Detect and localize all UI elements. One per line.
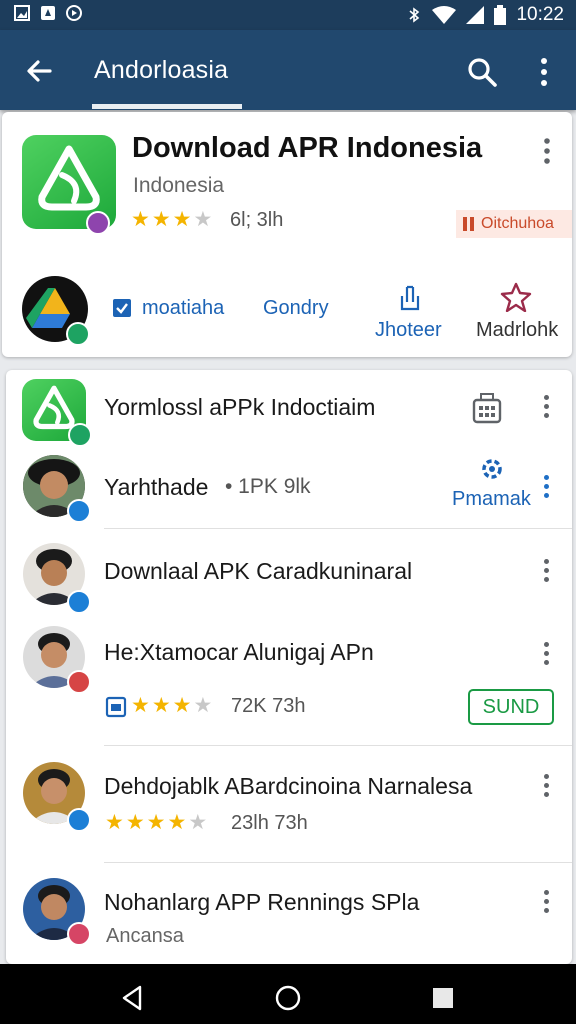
settings-icon[interactable] xyxy=(478,455,506,483)
promo-badge: Oitchuhoa xyxy=(456,210,572,238)
star-icon: ★ xyxy=(151,694,171,717)
list-item-title[interactable]: Dehdojablk ABardcinoina Narnalesa xyxy=(104,773,472,800)
list-item-action[interactable]: Pmamak xyxy=(452,488,531,511)
list-item-meta: • 1PK 9lk xyxy=(225,475,311,498)
badge-icon xyxy=(463,217,474,231)
checkbox-icon[interactable] xyxy=(112,298,132,318)
search-icon[interactable] xyxy=(464,54,500,90)
bluetooth-icon xyxy=(409,7,420,23)
star-icon: ★ xyxy=(151,208,171,231)
star-empty-icon: ★ xyxy=(193,694,213,717)
circle-record-icon xyxy=(66,5,82,21)
featured-rating: ★ ★ ★ ★ xyxy=(131,207,212,232)
action-madrlohk[interactable]: Madrlohk xyxy=(476,319,558,342)
star-icon: ★ xyxy=(125,811,145,834)
star-icon: ★ xyxy=(172,694,192,717)
star-outline-icon[interactable] xyxy=(500,282,532,312)
calendar-grid-icon[interactable] xyxy=(472,392,502,424)
divider xyxy=(104,745,572,746)
action-gondry[interactable]: Gondry xyxy=(263,297,329,320)
calendar-icon xyxy=(105,696,127,718)
verified-badge-icon xyxy=(67,670,91,694)
verified-badge-icon xyxy=(67,499,91,523)
signal-icon xyxy=(466,6,485,24)
star-icon: ★ xyxy=(167,811,187,834)
more-vert-icon[interactable] xyxy=(544,774,550,801)
divider xyxy=(104,528,572,529)
verified-badge-icon xyxy=(66,322,90,346)
recents-square-icon[interactable] xyxy=(432,987,454,1009)
list-item-rating: ★ ★ ★ ★ ★ xyxy=(105,810,207,835)
featured-meta: 6l; 3lh xyxy=(230,209,284,231)
tab-indicator xyxy=(92,104,242,109)
battery-icon xyxy=(494,5,507,25)
status-bar: 10:22 xyxy=(0,0,576,30)
action-jhoteer[interactable]: Jhoteer xyxy=(375,319,442,342)
list-item-meta: 72K 73h xyxy=(231,695,306,717)
clock: 10:22 xyxy=(516,4,564,25)
more-vert-icon[interactable] xyxy=(544,642,550,669)
app-logo[interactable] xyxy=(22,379,92,447)
star-empty-icon: ★ xyxy=(188,811,208,834)
list-item-title[interactable]: Yarhthade xyxy=(104,474,208,501)
app-logo[interactable] xyxy=(22,135,116,235)
list-item-rating: ★ ★ ★ ★ xyxy=(131,693,212,718)
more-vert-icon[interactable] xyxy=(544,559,550,586)
verified-badge-icon xyxy=(67,922,91,946)
verified-badge-icon xyxy=(68,423,92,447)
star-icon: ★ xyxy=(131,694,150,717)
android-icon xyxy=(41,6,55,20)
star-icon: ★ xyxy=(131,208,150,231)
drive-logo[interactable] xyxy=(22,276,90,346)
send-button[interactable]: SUND xyxy=(468,689,554,725)
navigation-bar xyxy=(0,964,576,1024)
list-item-title[interactable]: He:Xtamocar Alunigaj APn xyxy=(104,639,374,666)
list-item-subtitle: Ancansa xyxy=(106,925,184,947)
back-arrow-icon[interactable] xyxy=(22,54,56,88)
image-icon xyxy=(14,5,30,21)
more-vert-icon[interactable] xyxy=(544,395,550,422)
featured-title: Download APR Indonesia xyxy=(132,132,483,164)
verified-badge-icon xyxy=(67,590,91,614)
list-item-title[interactable]: Downlaal APK Caradkuninaral xyxy=(104,558,412,585)
home-circle-icon[interactable] xyxy=(274,984,302,1012)
share-icon[interactable] xyxy=(397,284,423,312)
more-vert-icon[interactable] xyxy=(544,475,550,502)
verified-badge-icon xyxy=(67,808,91,832)
divider xyxy=(104,862,572,863)
page-title: Andorloasia xyxy=(94,56,229,84)
star-icon: ★ xyxy=(172,208,192,231)
list-item-meta: 23lh 73h xyxy=(231,812,308,834)
more-vert-icon[interactable] xyxy=(541,138,553,164)
back-triangle-icon[interactable] xyxy=(120,985,144,1011)
wifi-icon xyxy=(432,6,457,24)
action-moatiaha[interactable]: moatiaha xyxy=(142,297,224,320)
star-icon: ★ xyxy=(105,811,124,834)
star-empty-icon: ★ xyxy=(193,208,213,231)
more-vert-icon[interactable] xyxy=(534,54,554,90)
list-item-title[interactable]: Yormlossl aPPk Indoctiaim xyxy=(104,394,375,421)
featured-subtitle: Indonesia xyxy=(133,174,225,197)
verified-badge-icon xyxy=(86,211,110,235)
star-icon: ★ xyxy=(146,811,166,834)
app-bar: Andorloasia xyxy=(0,30,576,110)
more-vert-icon[interactable] xyxy=(544,890,550,917)
list-item-title[interactable]: Nohanlarg APP Rennings SPla xyxy=(104,889,419,916)
